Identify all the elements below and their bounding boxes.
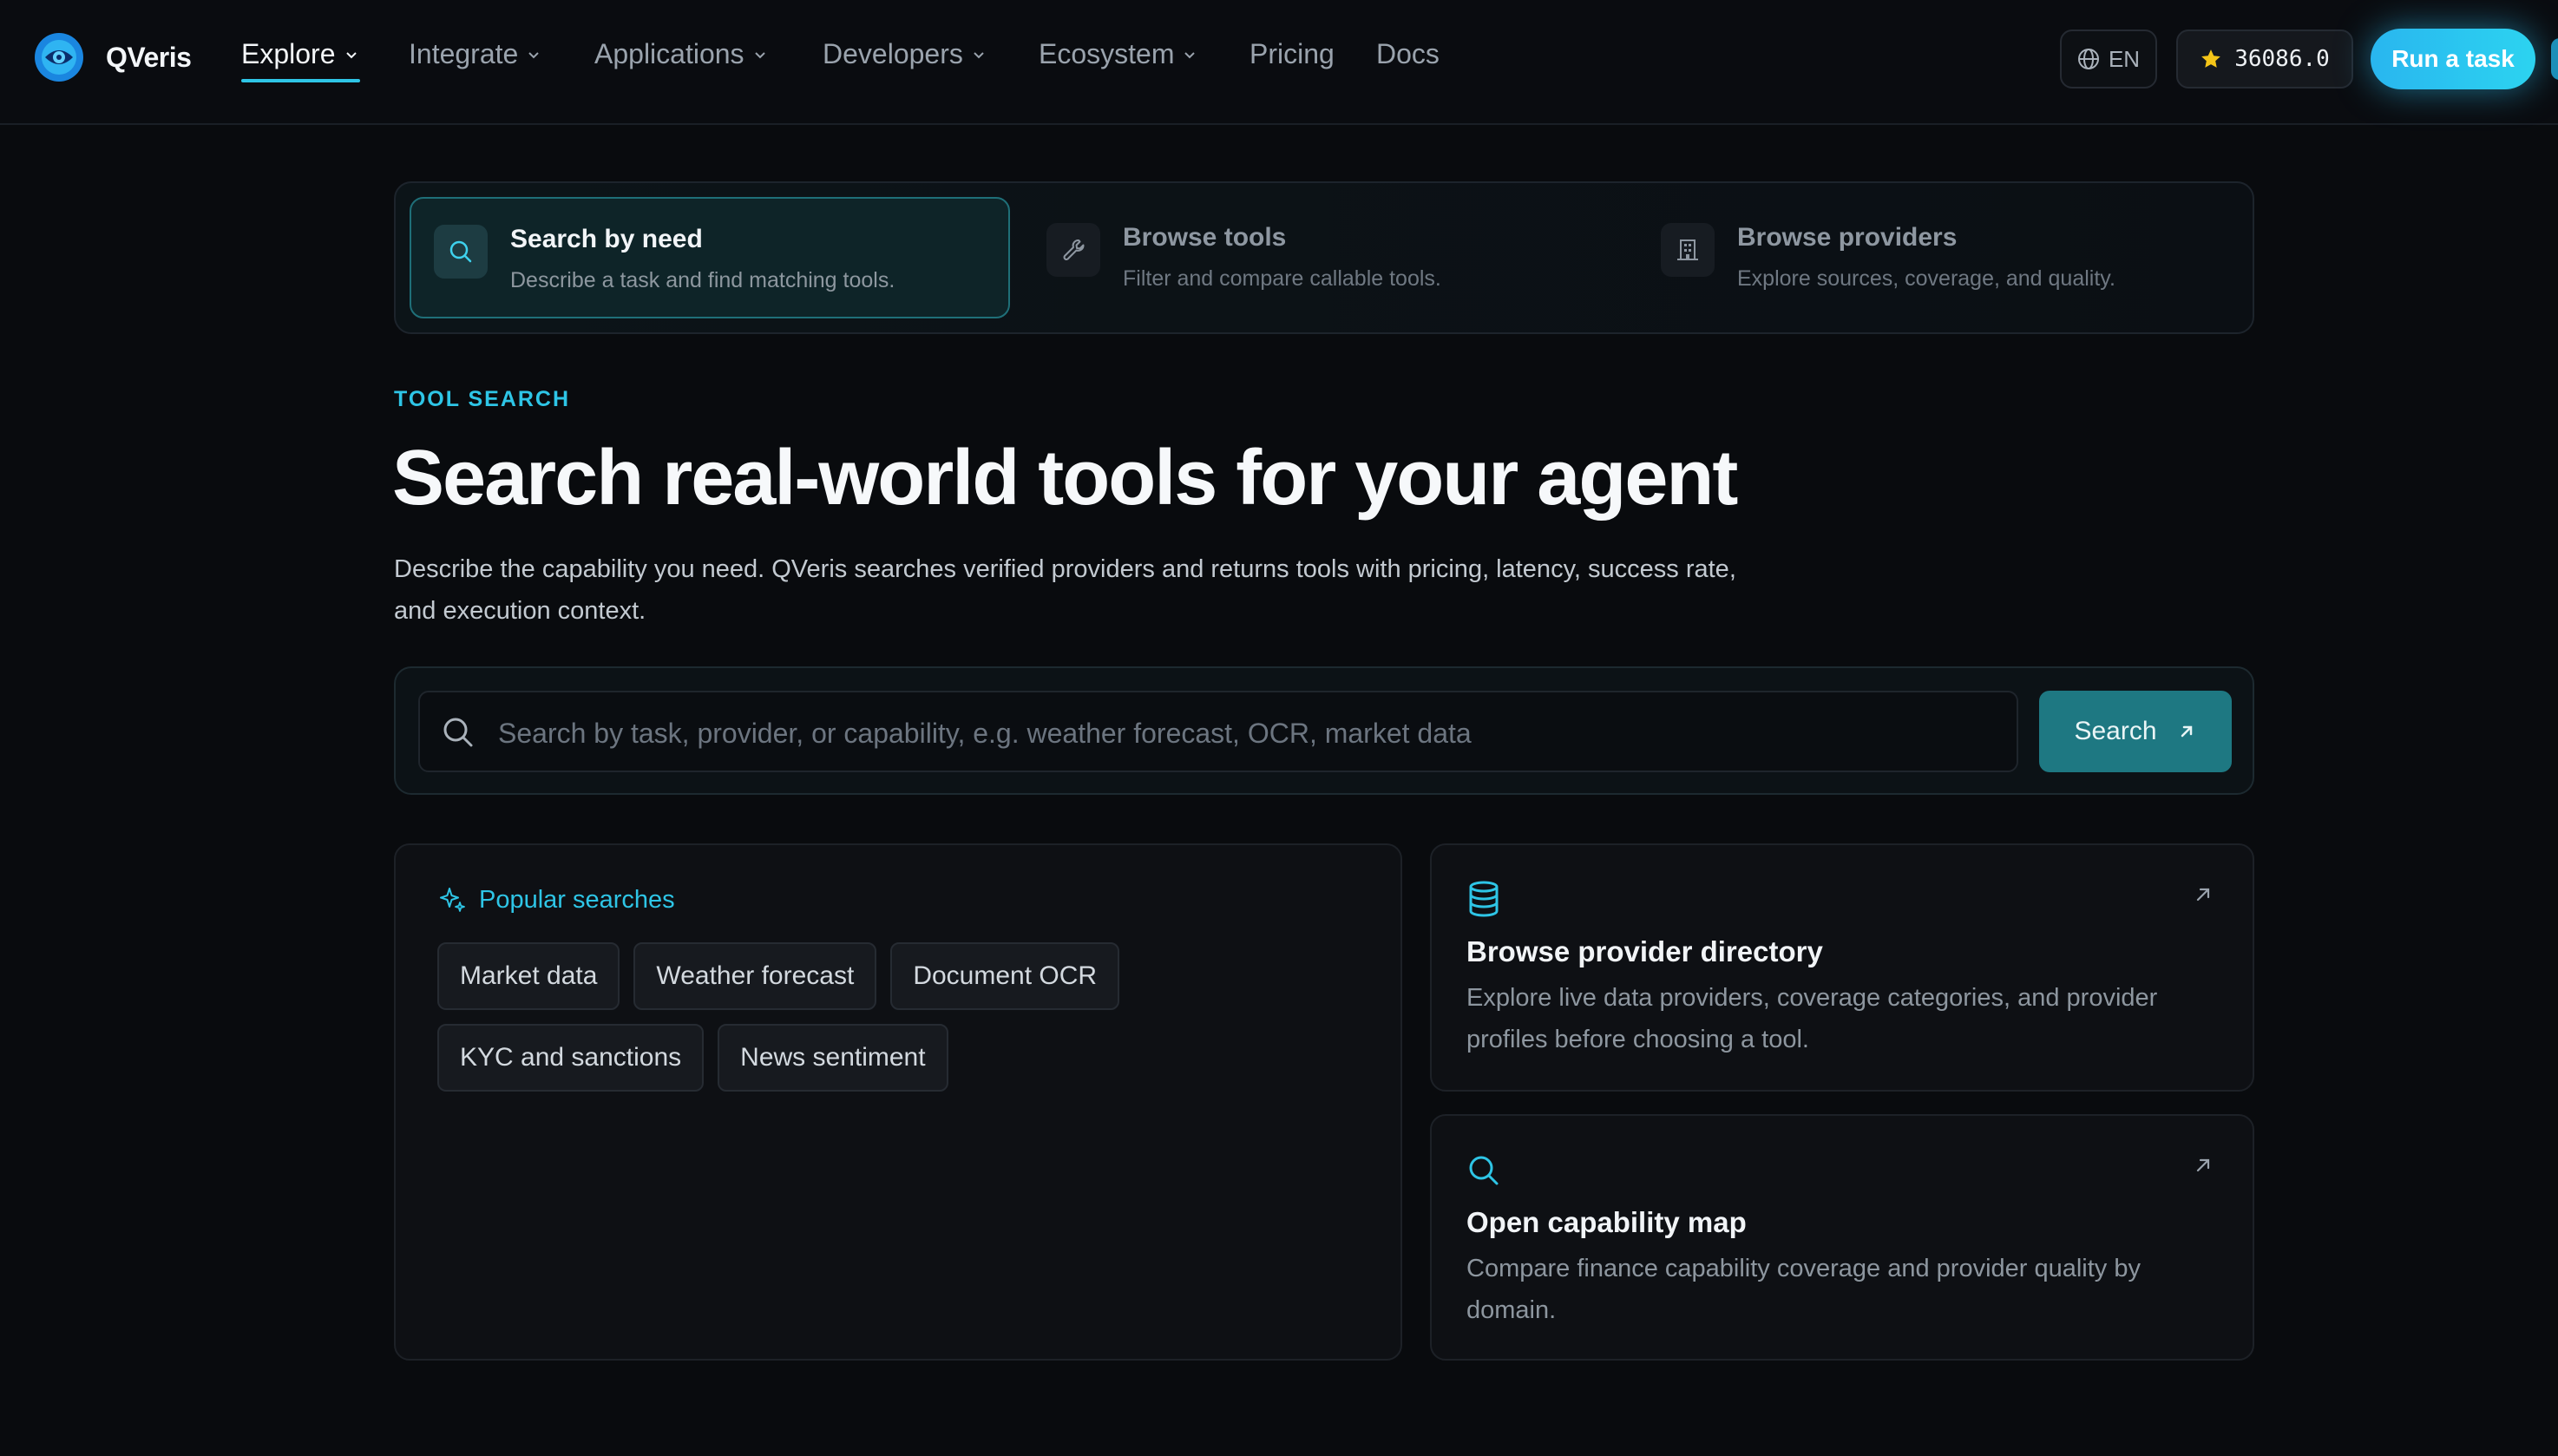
mode-browse-providers[interactable]: Browse providers Explore sources, covera… (1638, 197, 2239, 318)
nav-pricing[interactable]: Pricing (1249, 38, 1335, 70)
mode-description: Filter and compare callable tools. (1123, 266, 1441, 291)
mode-description: Explore sources, coverage, and quality. (1737, 266, 2115, 291)
chip-news-sentiment[interactable]: News sentiment (718, 1024, 948, 1092)
search-button[interactable]: Search (2039, 691, 2232, 772)
section-eyebrow: TOOL SEARCH (394, 387, 571, 411)
popular-searches-title: Popular searches (479, 885, 675, 914)
nav-developers[interactable]: Developers (823, 38, 987, 70)
language-label: EN (2108, 45, 2141, 72)
chevron-down-icon (345, 51, 357, 58)
nav-label: Developers (823, 38, 963, 69)
card-description: Explore live data providers, coverage ca… (1466, 984, 2158, 1053)
avatar[interactable] (2551, 38, 2558, 80)
nav-label: Pricing (1249, 38, 1335, 69)
arrow-up-right-icon (2196, 1158, 2210, 1172)
mode-icon-wrapper (1661, 223, 1715, 277)
nav-integrate[interactable]: Integrate (409, 38, 542, 70)
run-task-button[interactable]: Run a task (2371, 29, 2535, 89)
top-navigation-bar: QVeris Explore Integrate Applications De… (0, 0, 2558, 125)
search-input[interactable] (496, 708, 1992, 758)
capability-map-card[interactable]: Open capability map Compare finance capa… (1430, 1114, 2254, 1361)
mode-browse-tools[interactable]: Browse tools Filter and compare callable… (1024, 197, 1624, 318)
mode-icon-wrapper (434, 225, 488, 279)
nav-applications[interactable]: Applications (594, 38, 769, 70)
wrench-icon (1063, 239, 1085, 260)
star-count: 36086.0 (2234, 46, 2330, 72)
search-button-label: Search (2074, 717, 2157, 745)
mode-search-by-need[interactable]: Search by need Describe a task and find … (410, 197, 1010, 318)
chevron-down-icon (754, 51, 765, 58)
search-panel: Search (394, 666, 2254, 795)
search-box (418, 691, 2018, 772)
database-icon (1469, 881, 1499, 917)
chevron-down-icon (528, 51, 540, 58)
mode-icon-wrapper (1046, 223, 1100, 277)
popular-searches-heading: Popular searches (437, 885, 675, 915)
chevron-down-icon (1184, 51, 1196, 58)
search-icon (1469, 1156, 1499, 1185)
mode-title: Search by need (510, 225, 703, 253)
sparkle-icon (440, 888, 465, 912)
language-selector[interactable]: EN (2060, 30, 2157, 89)
nav-explore[interactable]: Explore (241, 38, 360, 82)
mode-description: Describe a task and find matching tools. (510, 268, 895, 292)
search-mode-selector: Search by need Describe a task and find … (394, 181, 2254, 334)
chip-kyc-and-sanctions[interactable]: KYC and sanctions (437, 1024, 705, 1092)
globe-icon (2077, 49, 2099, 69)
nav-label: Applications (594, 38, 744, 69)
search-icon (443, 718, 473, 747)
nav-label: Integrate (409, 38, 519, 69)
provider-directory-card[interactable]: Browse provider directory Explore live d… (1430, 843, 2254, 1092)
chevron-down-icon (974, 51, 984, 58)
nav-ecosystem[interactable]: Ecosystem (1039, 38, 1198, 70)
popular-searches-panel: Popular searches Market data Weather for… (394, 843, 1402, 1361)
chip-document-ocr[interactable]: Document OCR (890, 942, 1120, 1010)
arrow-up-right-icon (2196, 888, 2210, 902)
chip-market-data[interactable]: Market data (437, 942, 620, 1010)
card-description: Compare finance capability coverage and … (1466, 1255, 2141, 1324)
page-description: Describe the capability you need. QVeris… (394, 555, 1736, 625)
nav-label: Ecosystem (1039, 38, 1175, 69)
card-title: Open capability map (1466, 1206, 1747, 1238)
mode-title: Browse providers (1737, 223, 1958, 252)
arrow-up-right-icon (2181, 725, 2192, 738)
building-icon (1677, 239, 1698, 260)
search-icon (449, 240, 472, 263)
nav-label: Docs (1376, 38, 1440, 69)
popular-search-chips: Market data Weather forecast Document OC… (437, 942, 1357, 1092)
chip-weather-forecast[interactable]: Weather forecast (633, 942, 877, 1010)
star-icon (2201, 49, 2221, 68)
nav-docs[interactable]: Docs (1376, 38, 1440, 70)
qveris-logo-icon[interactable] (33, 31, 85, 83)
mode-title: Browse tools (1123, 223, 1287, 252)
nav-label: Explore (241, 38, 336, 69)
page-title: Search real-world tools for your agent (392, 435, 1738, 521)
brand-name[interactable]: QVeris (106, 42, 192, 74)
card-title: Browse provider directory (1466, 935, 1823, 967)
star-count-button[interactable]: 36086.0 (2176, 30, 2353, 89)
